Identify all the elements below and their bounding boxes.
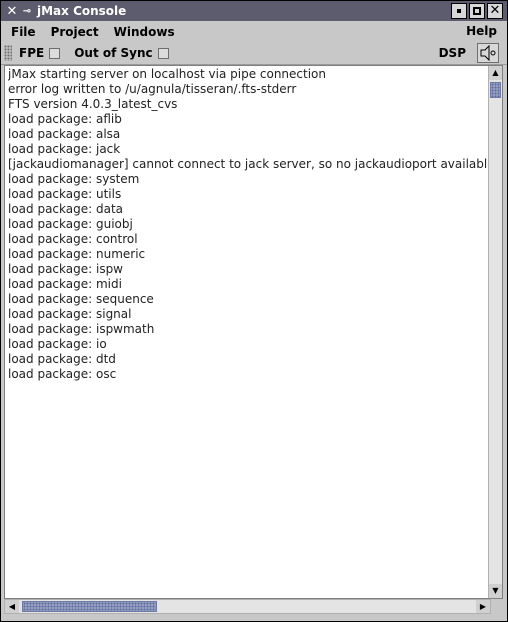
- toolbar-grip-icon[interactable]: [4, 45, 12, 61]
- console-line: error log written to /u/agnula/tisseran/…: [8, 82, 297, 96]
- fpe-label: FPE: [19, 46, 45, 60]
- scrollbar-corner: [491, 599, 503, 614]
- console-line: [jackaudiomanager] cannot connect to jac…: [8, 157, 488, 171]
- menu-help[interactable]: Help: [466, 24, 497, 38]
- console-line: load package: sequence: [8, 292, 154, 306]
- console-line: load package: control: [8, 232, 138, 246]
- menu-project[interactable]: Project: [46, 25, 104, 39]
- scroll-left-arrow-icon[interactable]: ◀: [5, 600, 19, 613]
- console-line: load package: numeric: [8, 247, 146, 261]
- menu-bar: File Project Windows Help: [1, 22, 507, 42]
- console-line: load package: jack: [8, 142, 121, 156]
- horizontal-scroll-thumb[interactable]: [22, 601, 157, 612]
- x-logo-icon[interactable]: ✕: [4, 4, 20, 19]
- console-line: load package: midi: [8, 277, 122, 291]
- toolbar: FPE Out of Sync DSP: [1, 42, 507, 65]
- console-line: load package: ispw: [8, 262, 123, 276]
- console-line: load package: alsa: [8, 127, 121, 141]
- close-icon[interactable]: ✕: [487, 3, 503, 19]
- jmax-console-window: ✕ ⊸ jMax Console ✕ File Project Windows …: [0, 0, 508, 622]
- console-line: load package: data: [8, 202, 124, 216]
- minimize-icon[interactable]: [451, 3, 467, 19]
- vertical-scrollbar[interactable]: ▲ ▼: [488, 66, 502, 598]
- menu-file[interactable]: File: [6, 25, 41, 39]
- pin-icon[interactable]: ⊸: [20, 6, 34, 17]
- console-line: load package: system: [8, 172, 140, 186]
- dsp-toggle-button[interactable]: [477, 43, 499, 63]
- menu-windows[interactable]: Windows: [109, 25, 180, 39]
- out-of-sync-label: Out of Sync: [74, 46, 153, 60]
- horizontal-scrollbar[interactable]: ◀ ▶: [4, 599, 491, 614]
- console-line: load package: io: [8, 337, 107, 351]
- console-output-area[interactable]: jMax starting server on localhost via pi…: [4, 65, 503, 599]
- console-line: load package: guiobj: [8, 217, 133, 231]
- scroll-up-arrow-icon[interactable]: ▲: [489, 66, 502, 80]
- console-line: load package: signal: [8, 307, 132, 321]
- console-line: load package: utils: [8, 187, 122, 201]
- window-controls: ✕: [451, 3, 503, 19]
- console-line: load package: osc: [8, 367, 117, 381]
- console-line: FTS version 4.0.3_latest_cvs: [8, 97, 178, 111]
- dsp-label: DSP: [438, 46, 466, 60]
- title-bar[interactable]: ✕ ⊸ jMax Console ✕: [1, 1, 507, 21]
- out-of-sync-checkbox[interactable]: [157, 47, 169, 59]
- fpe-checkbox[interactable]: [49, 47, 61, 59]
- console-line: load package: dtd: [8, 352, 116, 366]
- speaker-icon: [480, 44, 496, 62]
- window-title: jMax Console: [37, 4, 127, 18]
- console-line: load package: aflib: [8, 112, 122, 126]
- console-line: load package: ispwmath: [8, 322, 155, 336]
- console-line: jMax starting server on localhost via pi…: [8, 67, 327, 81]
- console-log: jMax starting server on localhost via pi…: [8, 67, 488, 382]
- scroll-right-arrow-icon[interactable]: ▶: [476, 600, 490, 613]
- scroll-down-arrow-icon[interactable]: ▼: [489, 584, 502, 598]
- vertical-scroll-thumb[interactable]: [490, 82, 501, 98]
- maximize-icon[interactable]: [469, 3, 485, 19]
